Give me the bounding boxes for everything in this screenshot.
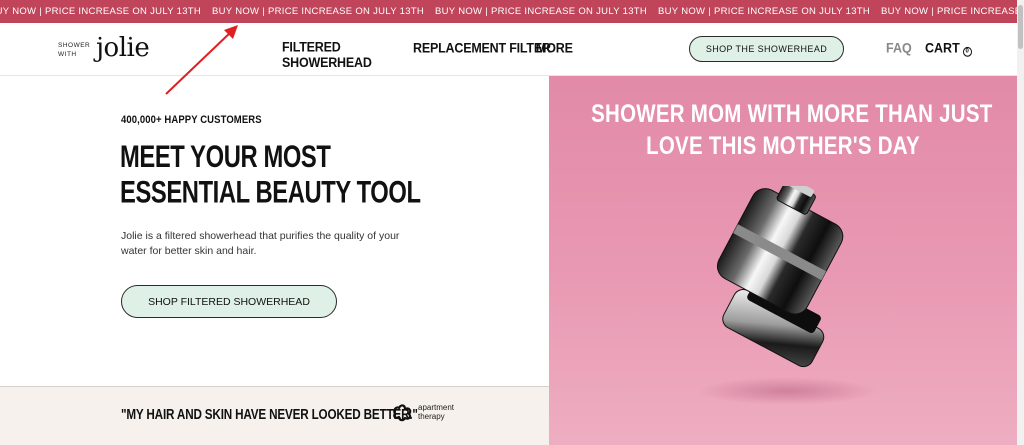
logo-wordmark: jolie [96,33,150,63]
hero-description: Jolie is a filtered showerhead that puri… [121,230,400,257]
announcement-track: BUY NOW | PRICE INCREASE ON JULY 13TH BU… [0,0,1024,23]
cart-label: CART [925,40,960,56]
nav-more[interactable]: MORE [536,40,573,55]
hero-headline: MEET YOUR MOST ESSENTIAL BEAUTY TOOL [120,140,421,211]
press-name-line2: therapy [418,412,445,421]
cart-count-badge: 0 [962,46,972,57]
cart-link[interactable]: CART 0 [925,40,972,57]
testimonial-strip: "MY HAIR AND SKIN HAVE NEVER LOOKED BETT… [0,386,549,445]
press-name-line1: apartment [418,403,455,412]
press-logo: apartment therapy [392,402,468,422]
promo-heading: SHOWER MOM WITH MORE THAN JUST LOVE THIS… [591,98,993,162]
announcement-message[interactable]: BUY NOW | PRICE INCREASE ON JULY 13TH [435,6,658,17]
announcement-message[interactable]: BUY NOW | PRICE INCREASE ON JULY 13TH [212,6,435,17]
announcement-message[interactable]: BUY NOW | PRICE INCREASE ON JULY 13TH [0,6,212,17]
nav-replacement-filter[interactable]: REPLACEMENT FILTER [413,40,551,55]
hero-headline-line1: MEET YOUR MOST [120,140,331,175]
scrollbar-thumb[interactable] [1018,5,1023,49]
hero-headline-line2: ESSENTIAL BEAUTY TOOL [120,175,421,211]
logo-tagline: SHOWER WITH [58,41,96,59]
logo-tagline-line1: SHOWER [58,42,91,49]
logo-tagline-line2: WITH [58,51,77,58]
announcement-bar[interactable]: BUY NOW | PRICE INCREASE ON JULY 13TH BU… [0,0,1024,23]
site-header: SHOWER WITH jolie FILTERED SHOWERHEAD RE… [0,23,1024,76]
nav-faq[interactable]: FAQ [886,40,912,55]
press-name: apartment therapy [418,403,468,421]
apartment-therapy-icon [393,404,412,422]
logo[interactable]: SHOWER WITH jolie [58,33,150,63]
promo-heading-line2: LOVE THIS MOTHER'S DAY [646,132,920,160]
announcement-message[interactable]: BUY NOW | PRICE INCREASE ON JULY 13TH [881,6,1024,17]
page-scrollbar[interactable] [1017,0,1024,445]
hero-text-panel: 400,000+ HAPPY CUSTOMERS MEET YOUR MOST … [0,76,549,386]
promo-heading-line1: SHOWER MOM WITH MORE THAN JUST [591,100,993,128]
nav-filtered-showerhead[interactable]: FILTERED SHOWERHEAD [282,40,372,71]
announcement-message[interactable]: BUY NOW | PRICE INCREASE ON JULY 13TH [658,6,881,17]
shop-filtered-showerhead-button[interactable]: SHOP FILTERED SHOWERHEAD [121,285,337,318]
promo-banner[interactable]: SHOWER MOM WITH MORE THAN JUST LOVE THIS… [549,76,1017,445]
customer-count: 400,000+ HAPPY CUSTOMERS [121,114,262,127]
showerhead-product-image [697,186,877,405]
shop-showerhead-button[interactable]: SHOP THE SHOWERHEAD [689,36,844,62]
testimonial-quote: "MY HAIR AND SKIN HAVE NEVER LOOKED BETT… [121,406,418,423]
